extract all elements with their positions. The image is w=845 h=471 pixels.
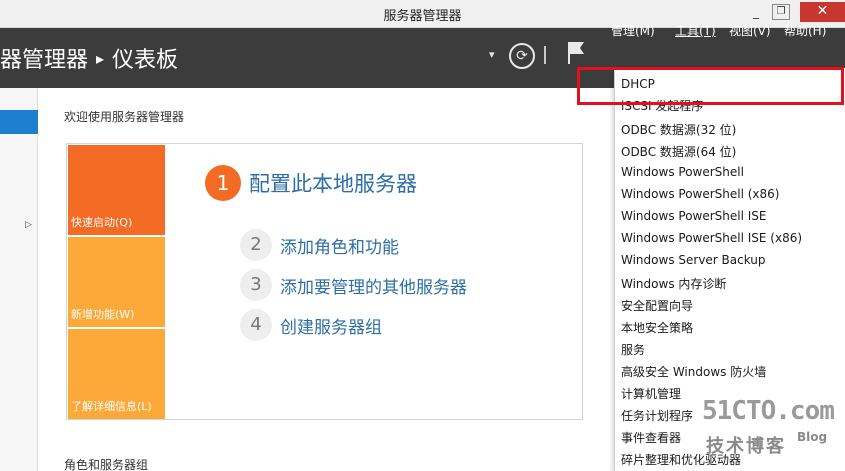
- tools-menu-item[interactable]: Windows PowerShell ISE: [621, 209, 767, 223]
- left-navigation: ▷: [0, 88, 38, 471]
- notifications-flag-icon[interactable]: [566, 40, 586, 64]
- tile-new-features-label: 新增功能(W): [71, 308, 135, 321]
- watermark-blog: Blog: [797, 430, 828, 444]
- tools-menu-item[interactable]: 计算机管理: [621, 385, 681, 402]
- roles-section-title: 角色和服务器组: [64, 458, 149, 471]
- tools-menu-item[interactable]: ODBC 数据源(64 位): [621, 143, 736, 160]
- breadcrumb-separator-icon: ▸: [96, 49, 105, 68]
- menu-view[interactable]: 视图(V): [729, 22, 771, 39]
- step-create-server-group[interactable]: 4 创建服务器组: [240, 309, 382, 341]
- breadcrumb-current: 仪表板: [112, 48, 179, 73]
- tools-menu-item[interactable]: Windows 内存诊断: [621, 275, 726, 292]
- expand-arrow-icon[interactable]: ▷: [25, 220, 32, 230]
- step-link[interactable]: 添加要管理的其他服务器: [280, 278, 467, 298]
- minimize-button[interactable]: _: [744, 3, 768, 21]
- menu-manage[interactable]: 管理(M): [611, 22, 655, 39]
- tools-menu-item[interactable]: 任务计划程序: [621, 407, 693, 424]
- tools-menu-item[interactable]: 服务: [621, 341, 645, 358]
- tools-menu-item[interactable]: 高级安全 Windows 防火墙: [621, 363, 766, 380]
- step-number: 2: [240, 229, 272, 261]
- step-link[interactable]: 配置此本地服务器: [249, 172, 417, 196]
- step-add-roles[interactable]: 2 添加角色和功能: [240, 229, 399, 261]
- tools-menu-item[interactable]: 本地安全策略: [621, 319, 693, 336]
- tile-quick-start-label: 快速启动(Q): [71, 216, 133, 229]
- step-number: 3: [240, 269, 272, 301]
- title-bar: 服务器管理器 _ ❐ ✕: [0, 0, 845, 28]
- header-divider: [544, 46, 546, 64]
- watermark-subtitle: 技术博客: [706, 436, 786, 457]
- tools-menu-item[interactable]: Windows PowerShell: [621, 165, 744, 179]
- menu-help[interactable]: 帮助(H): [784, 22, 826, 39]
- tools-menu-item[interactable]: ODBC 数据源(32 位): [621, 121, 736, 138]
- restore-button[interactable]: ❐: [772, 4, 790, 20]
- step-configure-local-server[interactable]: 1 配置此本地服务器: [205, 165, 417, 201]
- tools-menu-item[interactable]: Windows PowerShell ISE (x86): [621, 231, 802, 245]
- step-add-servers[interactable]: 3 添加要管理的其他服务器: [240, 269, 467, 301]
- tile-quick-start[interactable]: 快速启动(Q): [68, 145, 165, 235]
- tile-new-features[interactable]: 新增功能(W): [68, 237, 165, 327]
- step-link[interactable]: 添加角色和功能: [280, 238, 399, 258]
- breadcrumb: 器管理器 ▸ 仪表板: [0, 42, 178, 74]
- tools-menu-item[interactable]: Windows Server Backup: [621, 253, 766, 267]
- tools-menu-item[interactable]: 事件查看器: [621, 429, 681, 446]
- close-button[interactable]: ✕: [800, 2, 845, 22]
- tile-learn-more[interactable]: 了解详细信息(L): [68, 329, 165, 419]
- step-number: 4: [240, 309, 272, 341]
- step-number: 1: [205, 165, 241, 201]
- dhcp-highlight-annotation: [577, 67, 844, 105]
- welcome-heading: 欢迎使用服务器管理器: [64, 110, 185, 124]
- tools-menu-item[interactable]: 安全配置向导: [621, 297, 693, 314]
- step-link[interactable]: 创建服务器组: [280, 318, 382, 338]
- refresh-icon[interactable]: ⟳: [509, 43, 535, 69]
- menu-tools[interactable]: 工具(T): [675, 22, 716, 39]
- history-dropdown-icon[interactable]: ▾: [489, 48, 495, 61]
- window-title: 服务器管理器: [383, 9, 462, 24]
- watermark-logo: 51CTO.com: [702, 396, 835, 426]
- tools-menu-item[interactable]: Windows PowerShell (x86): [621, 187, 779, 201]
- tile-learn-more-label: 了解详细信息(L): [71, 400, 152, 413]
- nav-item-dashboard[interactable]: [0, 110, 38, 134]
- breadcrumb-root[interactable]: 器管理器: [0, 48, 88, 73]
